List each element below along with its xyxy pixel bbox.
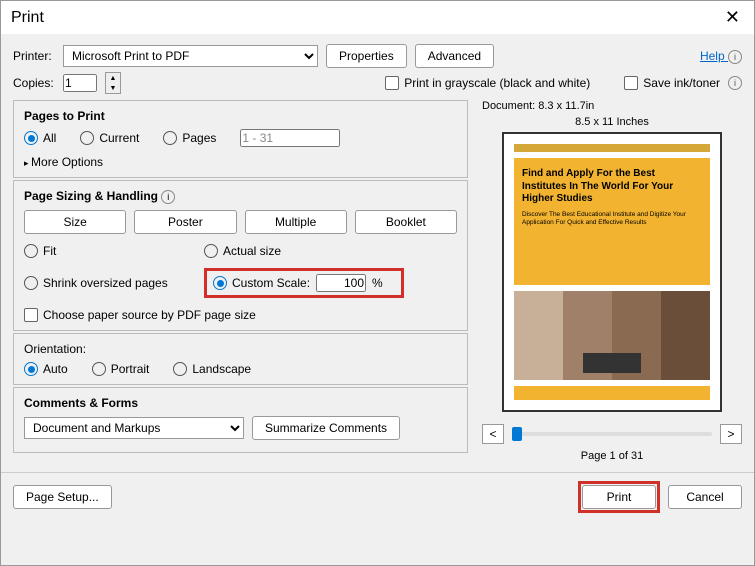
actual-radio[interactable]: Actual size	[204, 244, 404, 258]
custom-scale-highlight: Custom Scale: %	[204, 268, 404, 298]
summarize-button[interactable]: Summarize Comments	[252, 416, 400, 440]
booklet-button[interactable]: Booklet	[355, 210, 457, 234]
printer-select[interactable]: Microsoft Print to PDF	[63, 45, 318, 67]
prev-page-button[interactable]: <	[482, 424, 504, 444]
saveink-checkbox[interactable]	[624, 76, 638, 90]
print-preview: Find and Apply For the Best Institutes I…	[502, 132, 722, 412]
print-button-highlight: Print	[578, 481, 660, 513]
orientation-title: Orientation:	[24, 342, 457, 356]
fit-radio[interactable]: Fit	[24, 244, 204, 258]
cancel-button[interactable]: Cancel	[668, 485, 742, 509]
landscape-radio[interactable]: Landscape	[173, 362, 251, 376]
document-dimensions: Document: 8.3 x 11.7in	[482, 100, 742, 112]
info-icon: i	[161, 190, 175, 204]
choose-paper-checkbox[interactable]	[24, 308, 38, 322]
auto-radio[interactable]: Auto	[24, 362, 68, 376]
shrink-radio[interactable]: Shrink oversized pages	[24, 276, 204, 290]
size-button[interactable]: Size	[24, 210, 126, 234]
all-radio[interactable]: All	[24, 131, 56, 145]
current-radio[interactable]: Current	[80, 131, 139, 145]
poster-button[interactable]: Poster	[134, 210, 236, 234]
pages-radio[interactable]: Pages	[163, 131, 216, 145]
page-setup-button[interactable]: Page Setup...	[13, 485, 112, 509]
next-page-button[interactable]: >	[720, 424, 742, 444]
grayscale-label: Print in grayscale (black and white)	[404, 76, 590, 90]
info-icon: i	[728, 76, 742, 90]
printer-label: Printer:	[13, 49, 55, 63]
page-dimensions: 8.5 x 11 Inches	[482, 116, 742, 128]
copies-input[interactable]	[63, 74, 97, 92]
portrait-radio[interactable]: Portrait	[92, 362, 150, 376]
info-icon: i	[728, 50, 742, 64]
page-indicator: Page 1 of 31	[482, 450, 742, 462]
custom-scale-radio[interactable]: Custom Scale:	[213, 276, 310, 290]
saveink-label: Save ink/toner	[643, 76, 720, 90]
comments-title: Comments & Forms	[24, 396, 457, 410]
pages-title: Pages to Print	[24, 109, 457, 123]
scale-input[interactable]	[316, 274, 366, 292]
print-button[interactable]: Print	[582, 485, 656, 509]
more-options-toggle[interactable]: More Options	[24, 155, 457, 169]
close-icon[interactable]: ✕	[721, 7, 744, 28]
copies-label: Copies:	[13, 76, 55, 90]
copies-spinner[interactable]: ▲▼	[105, 72, 121, 94]
pages-range-input[interactable]	[240, 129, 340, 147]
grayscale-checkbox[interactable]	[385, 76, 399, 90]
multiple-button[interactable]: Multiple	[245, 210, 347, 234]
page-slider[interactable]	[512, 432, 712, 436]
properties-button[interactable]: Properties	[326, 44, 407, 68]
help-link[interactable]: Help i	[700, 49, 742, 64]
advanced-button[interactable]: Advanced	[415, 44, 494, 68]
dialog-title: Print	[11, 9, 44, 27]
comments-select[interactable]: Document and Markups	[24, 417, 244, 439]
sizing-title: Page Sizing & Handling i	[24, 189, 457, 204]
